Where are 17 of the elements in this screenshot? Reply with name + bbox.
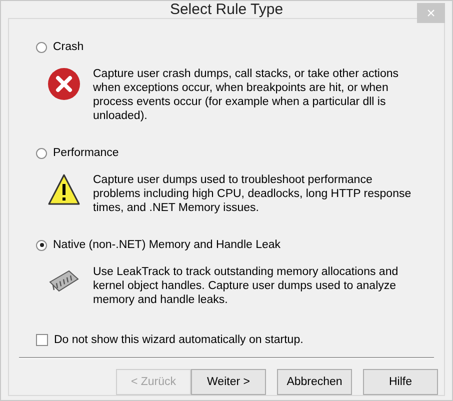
error-icon [47,67,81,101]
option-label[interactable]: Native (non-.NET) Memory and Handle Leak [53,239,281,251]
option-description: Capture user dumps used to troubleshoot performance problems including high CPU, deadlocks, long HTTP response times, and .NET Memory issues. [93,173,412,215]
option-label[interactable]: Performance [53,147,119,159]
dialog-button[interactable]: Weiter > [191,369,266,395]
option-label[interactable]: Crash [53,41,84,53]
dialog-button[interactable]: Abbrechen [277,369,352,395]
window-title: Select Rule Type [170,1,284,18]
radio-button[interactable] [36,240,47,250]
checkbox[interactable] [36,334,48,346]
warning-icon [47,173,81,207]
option-description: Use LeakTrack to track outstanding memory allocations and kernel object handles. Capture user dumps used to analyze memory and handle leaks. [93,265,400,307]
checkbox-label[interactable]: Do not show this wizard automatically on startup. [54,334,304,346]
radio-button[interactable] [36,148,47,158]
dialog-button[interactable]: Hilfe [363,369,438,395]
radio-button[interactable] [36,42,47,52]
option-description: Capture user crash dumps, call stacks, or take other actions when exceptions occur, when breakpoints are hit, or when process events occur (for example when a particular dll is unloaded). [93,67,400,123]
